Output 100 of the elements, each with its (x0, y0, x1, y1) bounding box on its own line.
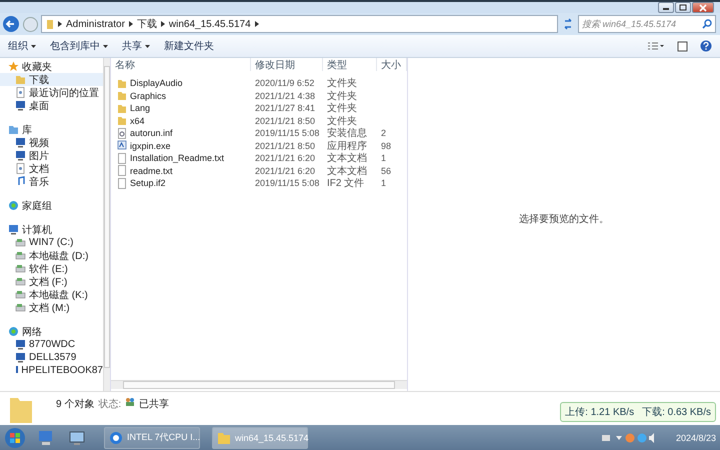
date-cell-text: 2021/1/21 8:50 (254, 140, 316, 151)
file-name[interactable]: Lang (111, 102, 251, 114)
status-label: 状态: (98, 398, 122, 411)
type-cell-text: 文件夹 (326, 76, 358, 90)
sidebar-group[interactable]: 库 (0, 123, 103, 136)
folder-icon (117, 115, 127, 126)
size-cell: 98 (381, 140, 392, 151)
sidebar-group[interactable]: 计算机 (0, 223, 103, 236)
preview-message: 选择要预览的文件。 (519, 212, 609, 224)
sidebar-item[interactable]: 文档 (M:) (0, 301, 103, 314)
type-cell-text: 安装信息 (326, 126, 368, 140)
item-count: 9 个对象 (56, 398, 94, 411)
date-cell-text: 2020/11/9 6:52 (254, 78, 316, 88)
sidebar-item[interactable]: 桌面 (0, 99, 103, 112)
drive-icon (15, 302, 26, 313)
toolbar-button[interactable]: 共享 (118, 37, 154, 55)
address-bar[interactable]: Administrator 下载 win64_15.45.5174 (41, 15, 558, 33)
sidebar-item[interactable]: 最近访问的位置 (0, 86, 103, 99)
size-cell: 1 (381, 178, 386, 188)
type-cell-text: 文本文档 (326, 164, 368, 178)
folder-icon (217, 430, 231, 444)
scrollbar[interactable] (111, 380, 407, 389)
breadcrumb[interactable]: win64_15.45.5174 (168, 18, 251, 30)
browser-icon (109, 430, 123, 444)
star-icon (8, 61, 19, 72)
minimize-button[interactable] (658, 2, 674, 13)
search-field[interactable]: 搜索 win64_15.45.5174 (578, 15, 716, 33)
file-name[interactable]: Installation_Readme.txt (111, 152, 251, 164)
toolbar-button[interactable]: 新建文件夹 (160, 37, 218, 55)
program-icon (117, 140, 127, 152)
sidebar-item[interactable]: 软件 (E:) (0, 262, 103, 275)
folder-icon (46, 19, 54, 29)
tray-icons-drawing[interactable] (602, 432, 656, 444)
view-options-icon[interactable] (647, 41, 665, 51)
upload-speed: 上传: 1.21 KB/s (565, 406, 634, 419)
file-name[interactable]: Graphics (111, 90, 251, 102)
library-icon (8, 124, 19, 135)
size-cell: 1 (381, 153, 386, 164)
drive-icon (15, 276, 26, 287)
breadcrumb[interactable]: 下载 (136, 17, 157, 31)
sidebar-item[interactable]: 文档 (F:) (0, 275, 103, 288)
toolbar-button[interactable]: 组织 (4, 37, 40, 55)
start-button[interactable] (4, 426, 26, 448)
sidebar-item[interactable]: 本地磁盘 (D:) (0, 249, 103, 262)
back-icon[interactable] (2, 15, 20, 33)
clock-date: 2024/8/23 (676, 432, 716, 442)
download-speed: 下载: 0.63 KB/s (642, 406, 711, 419)
column-header[interactable]: 修改日期 (251, 58, 323, 71)
file-name[interactable]: igxpin.exe (111, 140, 251, 152)
folder-icon (117, 90, 127, 102)
file-name[interactable]: Setup.if2 (111, 178, 251, 189)
chevron-icon[interactable] (254, 21, 259, 27)
file-name[interactable]: autorun.inf (111, 128, 251, 139)
breadcrumb[interactable]: Administrator (66, 18, 125, 30)
chevron-icon[interactable] (160, 21, 165, 27)
date-cell-text: 2021/1/21 4:38 (254, 90, 316, 101)
sidebar-item[interactable]: 本地磁盘 (K:) (0, 288, 103, 301)
sidebar-item[interactable]: 下载 (0, 73, 103, 86)
type-cell-text: IF2 文件 (326, 176, 366, 190)
column-header[interactable]: 类型 (323, 58, 377, 71)
drive-icon (15, 237, 26, 248)
document-icon (117, 178, 127, 189)
sidebar-item[interactable]: DELL3579 (0, 351, 103, 364)
drive-icon (15, 250, 26, 261)
chevron-icon[interactable] (58, 21, 62, 27)
type-cell-text: 文件夹 (326, 114, 358, 128)
sidebar-group[interactable]: 家庭组 (0, 199, 103, 212)
document-icon (15, 163, 26, 174)
chevron-icon[interactable] (128, 21, 133, 27)
sidebar-item[interactable]: WIN7 (C:) (0, 236, 103, 249)
column-header[interactable]: 名称 (111, 58, 251, 71)
size-cell: 2 (381, 128, 386, 138)
folder-icon (15, 74, 26, 85)
sidebar-item[interactable]: 图片 (0, 149, 103, 162)
preview-pane-icon[interactable] (677, 40, 688, 52)
globe-icon (8, 326, 19, 337)
scrollbar[interactable] (103, 58, 110, 391)
toolbar-button[interactable]: 包含到库中 (46, 37, 112, 55)
file-name[interactable]: readme.txt (111, 165, 251, 176)
file-name[interactable]: x64 (111, 115, 251, 126)
search-icon (702, 19, 712, 29)
file-name[interactable]: DisplayAudio (111, 78, 251, 89)
sidebar-item[interactable]: 8770WDC (0, 338, 103, 351)
restore-button[interactable] (675, 2, 691, 13)
column-header[interactable]: 大小 (377, 58, 407, 71)
sidebar-item[interactable]: 视频 (0, 136, 103, 149)
sidebar-item[interactable]: 音乐 (0, 175, 103, 188)
sidebar-item[interactable]: HPELITEBOOK87 (0, 364, 103, 377)
help-icon[interactable] (700, 40, 712, 52)
close-button[interactable] (692, 2, 714, 13)
sidebar-item[interactable]: 文档 (0, 162, 103, 175)
document-icon (117, 165, 127, 176)
drive-icon (15, 289, 26, 300)
sidebar-group[interactable]: 收藏夹 (0, 60, 103, 73)
folder-icon (117, 102, 127, 114)
date-cell-text: 2021/1/21 6:20 (254, 166, 316, 176)
close-icon (698, 4, 708, 12)
monitor-icon[interactable] (68, 428, 86, 446)
sidebar-group[interactable]: 网络 (0, 325, 103, 338)
size-cell: 56 (381, 166, 392, 176)
